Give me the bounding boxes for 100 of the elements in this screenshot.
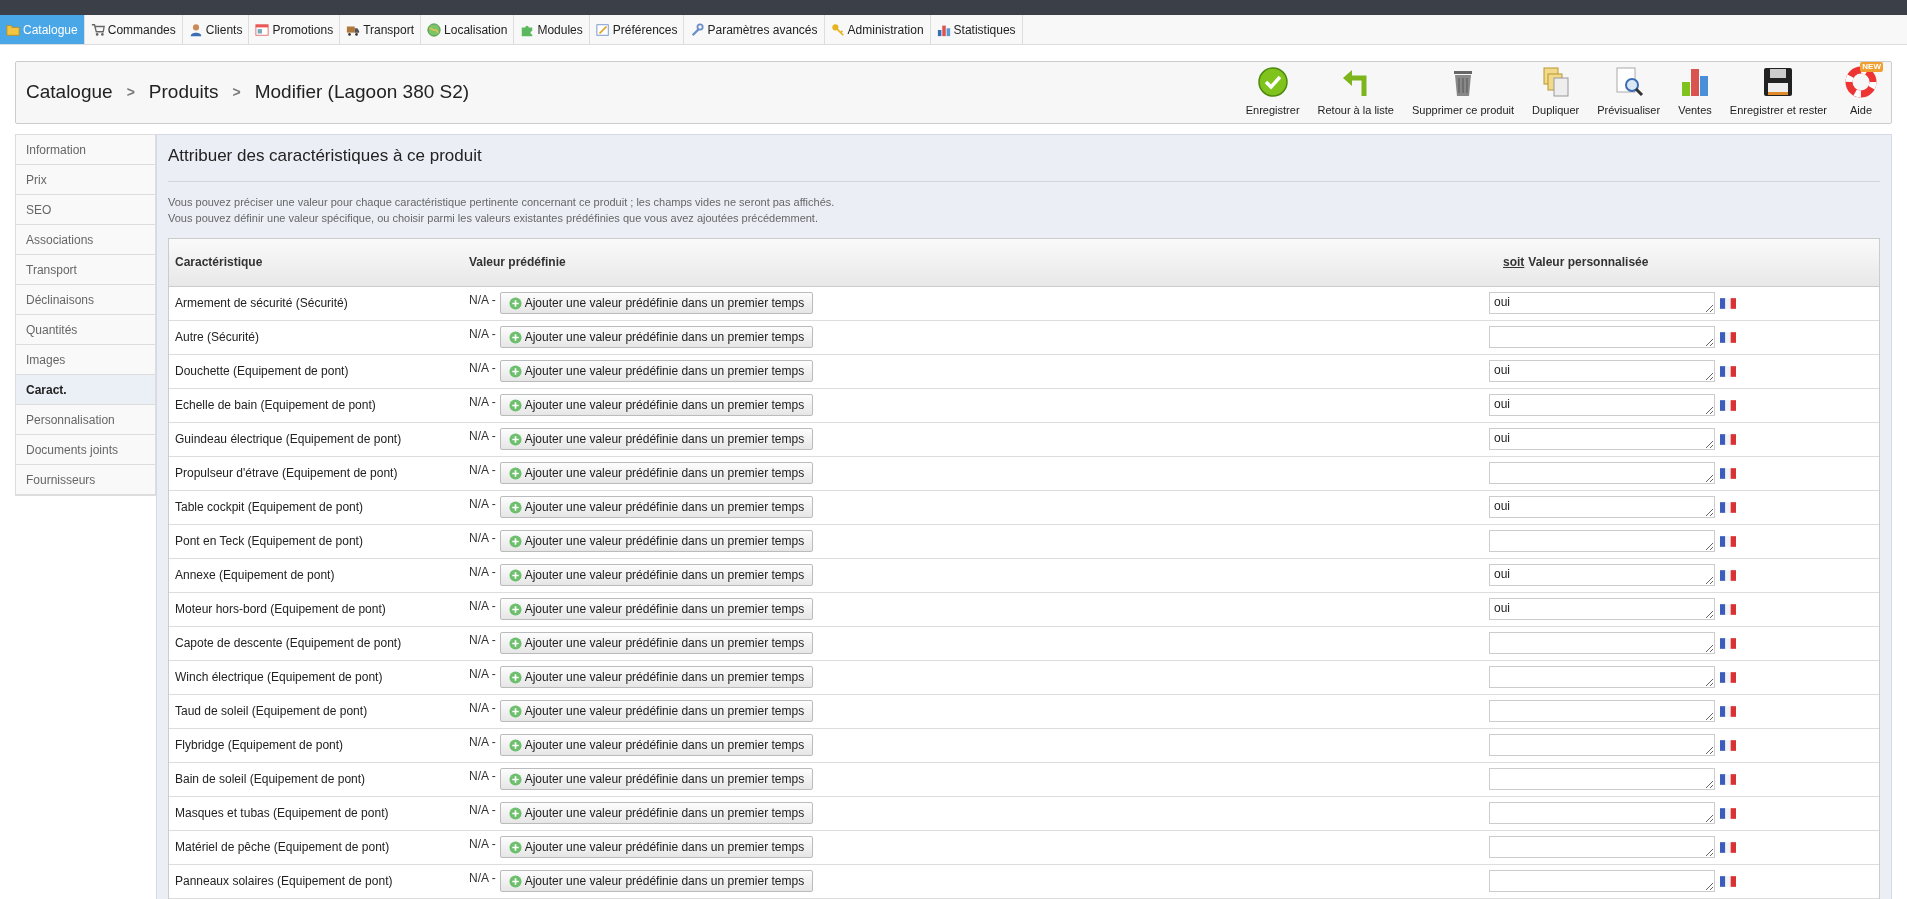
custom-value-field[interactable]: oui [1489,292,1715,314]
predefined-value: N/A - [469,632,496,649]
menu-tab[interactable]: Paramètres avancés [684,15,825,44]
predefined-value: N/A - [469,564,496,581]
feature-name: Matériel de pêche (Equipement de pont) [174,839,391,856]
toolbar-button[interactable]: Supprimer ce produit [1404,66,1523,119]
custom-value-field[interactable] [1489,768,1715,790]
toolbar-button[interactable]: Enregistrer et rester [1721,66,1835,119]
predefined-value: N/A - [469,462,496,479]
add-value-button[interactable]: Ajouter une valeur prédéfinie dans un premier temps [499,598,814,620]
toolbar-button[interactable]: Prévisualiser [1589,66,1669,119]
breadcrumb-item[interactable]: Catalogue [26,78,113,107]
predefined-value: N/A - [469,428,496,445]
custom-value-field[interactable]: oui [1489,360,1715,382]
plus-circle-icon [508,568,522,582]
add-value-button[interactable]: Ajouter une valeur prédéfinie dans un premier temps [499,394,814,416]
custom-value-field[interactable] [1489,666,1715,688]
sidebar-tab[interactable]: Information [16,135,155,165]
add-value-button[interactable]: Ajouter une valeur prédéfinie dans un premier temps [499,802,814,824]
sidebar-tab[interactable]: Transport [16,255,155,285]
sidebar-tab[interactable]: SEO [16,195,155,225]
flag-icon [1720,399,1736,411]
predefined-value: N/A - [469,666,496,683]
feature-name: Bain de soleil (Equipement de pont) [174,771,367,788]
menu-tab[interactable]: Localisation [421,15,515,44]
breadcrumb-separator: > [232,83,241,102]
custom-value-field[interactable]: oui [1489,394,1715,416]
form-icon [595,22,610,37]
custom-value-field[interactable] [1489,462,1715,484]
custom-value-field[interactable] [1489,632,1715,654]
toolbar-button[interactable]: Dupliquer [1524,66,1588,119]
menu-tab[interactable]: Statistiques [930,15,1023,44]
menu-tab[interactable]: Préférences [589,15,685,44]
custom-value-field[interactable] [1489,326,1715,348]
custom-value-field[interactable]: oui [1489,564,1715,586]
menu-tab[interactable]: Clients [182,15,250,44]
toolbar-button[interactable]: Ventes [1670,66,1720,119]
add-value-button[interactable]: Ajouter une valeur prédéfinie dans un premier temps [499,292,814,314]
add-value-button[interactable]: Ajouter une valeur prédéfinie dans un premier temps [499,564,814,586]
add-value-button[interactable]: Ajouter une valeur prédéfinie dans un premier temps [499,632,814,654]
feature-name: Guindeau électrique (Equipement de pont) [174,431,403,448]
person-icon [188,22,203,37]
custom-value-field[interactable] [1489,734,1715,756]
add-value-button[interactable]: Ajouter une valeur prédéfinie dans un premier temps [499,360,814,382]
flag-icon [1720,603,1736,615]
key-icon [830,22,845,37]
plus-circle-icon [508,466,522,480]
feature-name: Autre (Sécurité) [174,329,261,346]
breadcrumb-item: Modifier (Lagoon 380 S2) [254,80,470,105]
sidebar-tab[interactable]: Personnalisation [16,405,155,435]
sidebar-tab[interactable]: Fournisseurs [16,465,155,495]
wrench-icon [690,22,705,37]
predefined-value: N/A - [469,700,496,717]
add-value-button[interactable]: Ajouter une valeur prédéfinie dans un premier temps [499,428,814,450]
sidebar-tab[interactable]: Associations [16,225,155,255]
custom-value-field[interactable] [1489,870,1715,892]
custom-value-field[interactable] [1489,836,1715,858]
plus-circle-icon [508,670,522,684]
sidebar-tab[interactable]: Prix [16,165,155,195]
feature-name: Winch électrique (Equipement de pont) [174,669,384,686]
menu-tab[interactable]: Modules [514,15,590,44]
custom-value-field[interactable] [1489,530,1715,552]
help-text: Vous pouvez préciser une valeur pour chaque caractéristique pertinente concernant ce produit ; les champs vides ne seront pas affichés. [168,194,836,210]
custom-value-field[interactable] [1489,700,1715,722]
menu-tab[interactable]: Commandes [84,15,183,44]
add-value-button[interactable]: Ajouter une valeur prédéfinie dans un premier temps [499,734,814,756]
menu-tab[interactable]: Transport [340,15,422,44]
add-value-button[interactable]: Ajouter une valeur prédéfinie dans un premier temps [499,700,814,722]
sidebar-tab[interactable]: Quantités [16,315,155,345]
plus-circle-icon [508,636,522,650]
menu-tab[interactable]: Promotions [249,15,341,44]
breadcrumb-item[interactable]: Produits [148,78,219,107]
feature-name: Panneaux solaires (Equipement de pont) [174,873,394,890]
predefined-value: N/A - [469,870,496,887]
add-value-button[interactable]: Ajouter une valeur prédéfinie dans un premier temps [499,836,814,858]
cart-icon [90,22,105,37]
sidebar-tab[interactable]: Déclinaisons [16,285,155,315]
feature-name: Moteur hors-bord (Equipement de pont) [174,601,387,618]
add-value-button[interactable]: Ajouter une valeur prédéfinie dans un premier temps [499,768,814,790]
flag-icon [1720,331,1736,343]
custom-value-field[interactable] [1489,802,1715,824]
flag-icon [1720,569,1736,581]
menu-tab[interactable]: Administration [824,15,931,44]
add-value-button[interactable]: Ajouter une valeur prédéfinie dans un premier temps [499,666,814,688]
plus-circle-icon [508,704,522,718]
add-value-button[interactable]: Ajouter une valeur prédéfinie dans un premier temps [499,326,814,348]
new-badge: NEW [1860,62,1883,73]
custom-value-field[interactable]: oui [1489,496,1715,518]
add-value-button[interactable]: Ajouter une valeur prédéfinie dans un premier temps [499,496,814,518]
add-value-button[interactable]: Ajouter une valeur prédéfinie dans un premier temps [499,462,814,484]
custom-value-field[interactable]: oui [1489,598,1715,620]
custom-value-field[interactable]: oui [1489,428,1715,450]
sidebar-tab[interactable]: Documents joints [16,435,155,465]
checkmark-icon [1256,66,1289,99]
sidebar-tab[interactable]: Caract. [16,375,155,405]
toolbar-button[interactable]: Retour à la liste [1309,66,1402,119]
toolbar-button[interactable]: Enregistrer [1237,66,1308,119]
feature-name: Table cockpit (Equipement de pont) [174,499,365,516]
add-value-button[interactable]: Ajouter une valeur prédéfinie dans un premier temps [499,530,814,552]
add-value-button[interactable]: Ajouter une valeur prédéfinie dans un premier temps [499,870,814,892]
